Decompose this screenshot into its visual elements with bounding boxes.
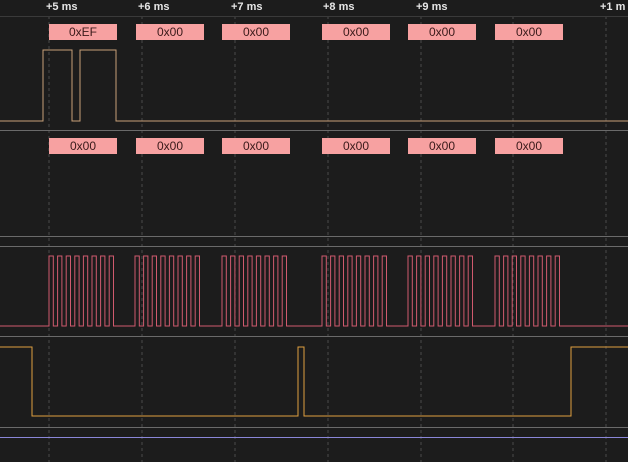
waveform-area[interactable] xyxy=(0,0,628,462)
decoded-byte-label[interactable]: 0x00 xyxy=(495,138,563,154)
decoded-byte-label[interactable]: 0xEF xyxy=(49,24,117,40)
decoded-byte-label[interactable]: 0x00 xyxy=(495,24,563,40)
decoded-byte-label[interactable]: 0x00 xyxy=(322,24,390,40)
channel-0-trace[interactable] xyxy=(0,49,628,122)
decoded-byte-label[interactable]: 0x00 xyxy=(322,138,390,154)
channel-separators xyxy=(0,16,628,428)
decoded-byte-label[interactable]: 0x00 xyxy=(408,24,476,40)
decoded-byte-label[interactable]: 0x00 xyxy=(136,24,204,40)
decoded-byte-label[interactable]: 0x00 xyxy=(222,138,290,154)
decoded-byte-label[interactable]: 0x00 xyxy=(222,24,290,40)
channel-3-chip-select-trace[interactable] xyxy=(0,346,628,417)
decoded-byte-label[interactable]: 0x00 xyxy=(408,138,476,154)
decoded-byte-label[interactable]: 0x00 xyxy=(49,138,117,154)
decoded-byte-label[interactable]: 0x00 xyxy=(136,138,204,154)
logic-analyzer-viewer[interactable]: +5 ms +6 ms +7 ms +8 ms +9 ms +1 m 0xEF … xyxy=(0,0,628,462)
time-grid xyxy=(48,16,607,462)
channel-2-clock-trace[interactable] xyxy=(0,255,628,327)
